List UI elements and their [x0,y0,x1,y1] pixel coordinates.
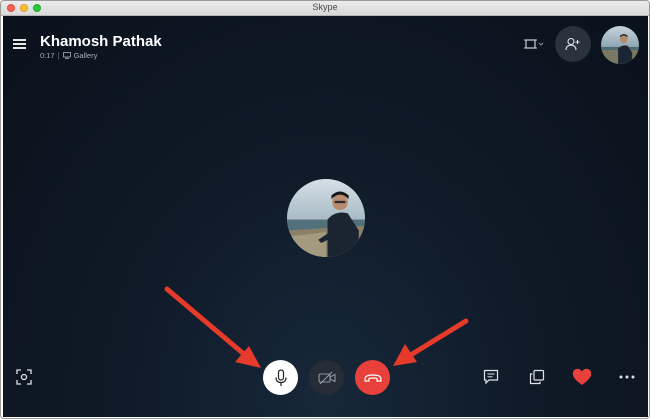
hamburger-menu-icon[interactable] [13,39,26,49]
skype-window: Skype Khamosh Pathak 0:17 | Gallery [0,0,650,419]
microphone-icon [274,368,287,386]
end-call-button[interactable] [355,360,390,395]
call-stage: Khamosh Pathak 0:17 | Gallery [3,16,648,417]
caller-avatar [287,179,365,257]
more-options-button[interactable] [618,368,636,386]
screenshot-button[interactable] [15,368,33,386]
video-off-icon [317,371,336,384]
video-toggle-button[interactable] [309,360,344,395]
end-call-icon [363,373,382,382]
react-button[interactable] [571,367,593,387]
title-bar: Skype [1,1,649,16]
meta-separator: | [57,51,60,60]
arrow-to-mic [164,286,261,368]
gallery-icon [62,52,71,59]
heart-icon [572,368,592,385]
call-duration: 0:17 [40,51,55,60]
arrow-to-end-call [393,318,469,366]
caller-name: Khamosh Pathak [40,33,162,50]
self-video-avatar[interactable] [601,26,639,64]
self-avatar-image [601,26,639,64]
caller-avatar-image [287,179,365,257]
add-person-icon [565,37,580,51]
layout-toggle-button[interactable] [523,36,545,52]
share-screen-button[interactable] [528,368,546,386]
more-options-icon [619,375,635,379]
screenshot-icon [16,369,32,385]
call-meta: 0:17 | Gallery [40,51,97,60]
microphone-button[interactable] [263,360,298,395]
add-person-button[interactable] [555,26,591,62]
window-title: Skype [312,2,338,12]
view-mode-label: Gallery [73,51,98,60]
chat-icon [483,369,499,385]
share-screen-icon [529,369,545,385]
chat-button[interactable] [482,368,500,386]
layout-toggle-icon [524,39,544,49]
